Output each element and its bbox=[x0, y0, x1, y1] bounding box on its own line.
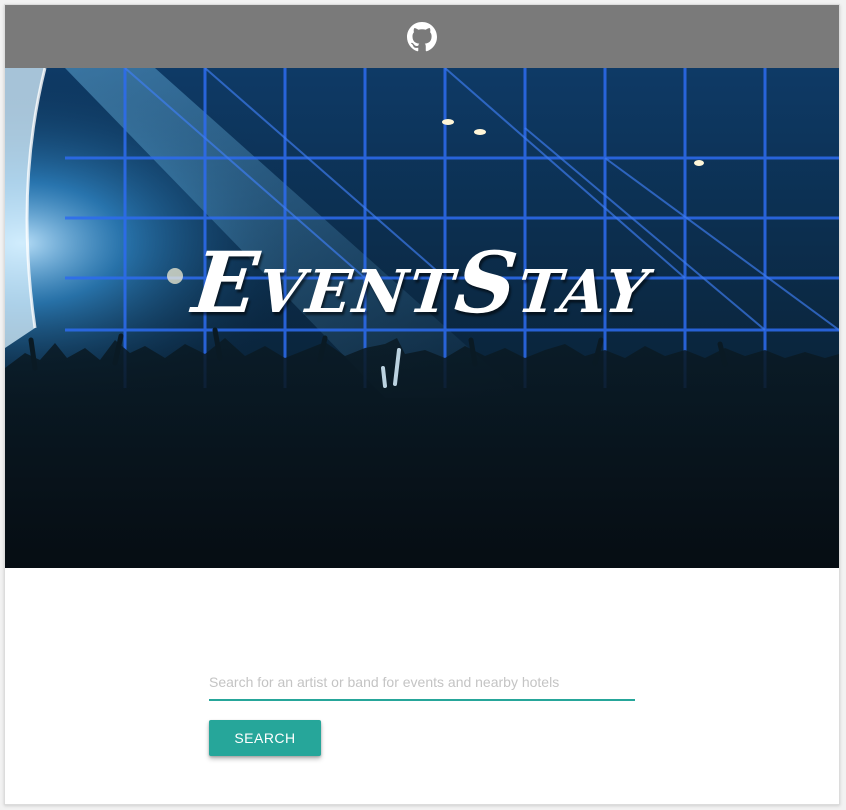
github-icon[interactable] bbox=[407, 21, 437, 52]
search-input[interactable] bbox=[209, 665, 635, 701]
search-button[interactable]: SEARCH bbox=[209, 720, 321, 756]
app-window: EventStay SEARCH bbox=[4, 4, 840, 805]
app-title: EventStay bbox=[188, 233, 656, 332]
search-section: SEARCH bbox=[5, 568, 839, 804]
top-navbar bbox=[5, 5, 839, 68]
hero-banner: EventStay bbox=[5, 68, 839, 568]
